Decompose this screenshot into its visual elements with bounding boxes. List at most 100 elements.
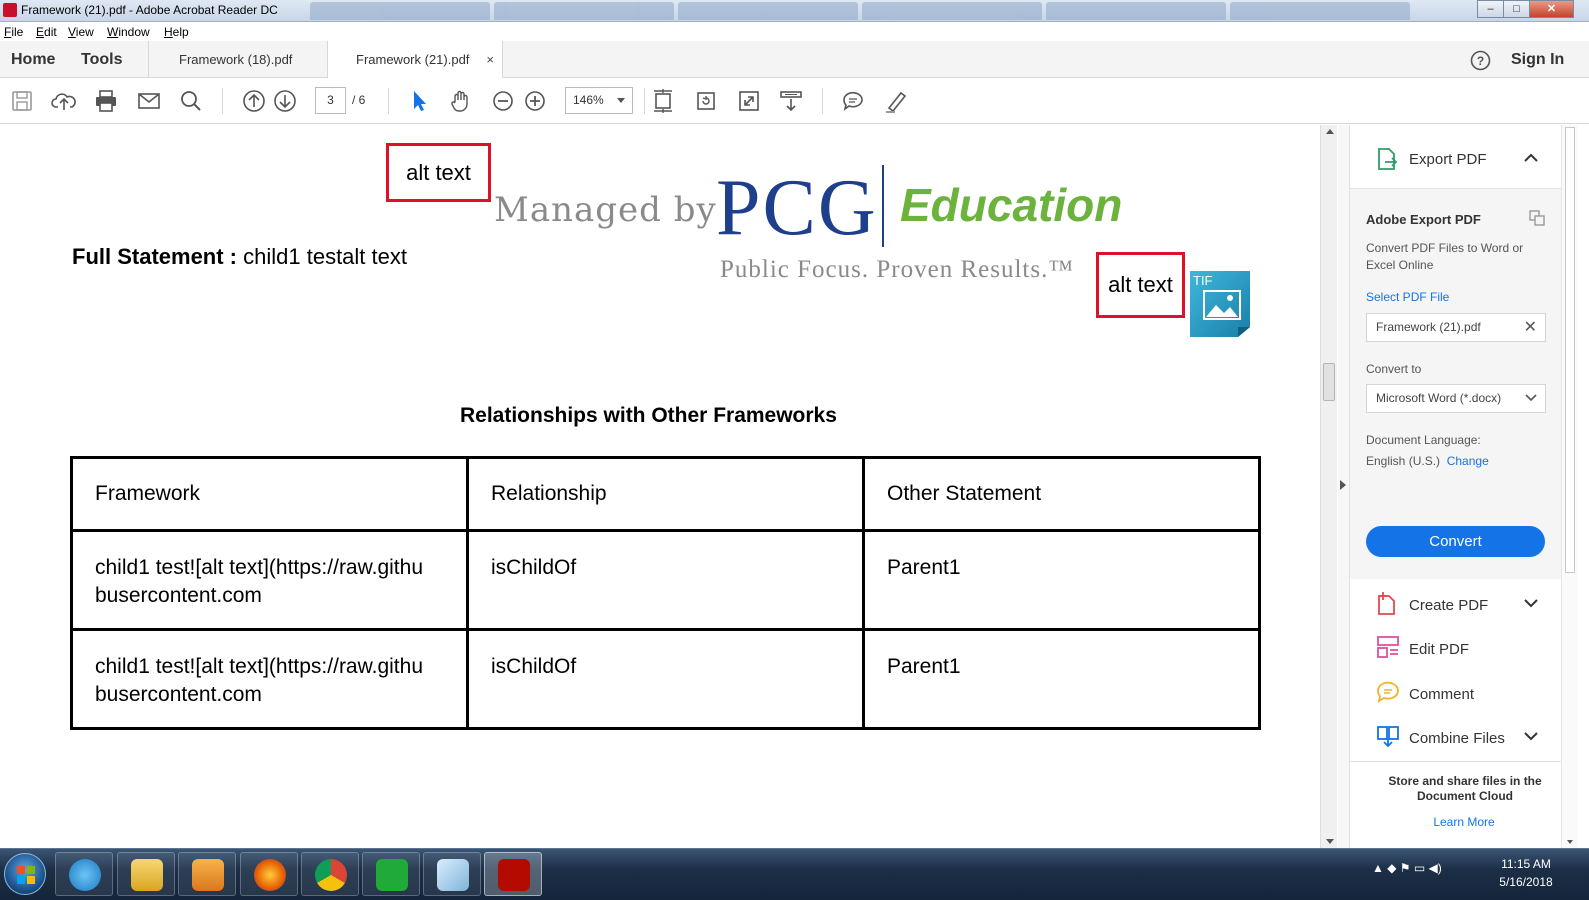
fit-page-icon[interactable] [650,88,676,114]
taskbar-firefox[interactable] [240,852,298,896]
menu-edit[interactable]: Edit [36,25,57,39]
zoom-out-icon[interactable] [490,88,516,114]
tab-framework-18[interactable]: Framework (18).pdf [148,41,327,78]
comment-icon[interactable] [840,88,866,114]
scroll-down-icon[interactable] [1567,840,1573,844]
tool-combine-files[interactable]: Combine Files [1350,716,1561,760]
taskbar-acrobat-reader[interactable] [484,852,542,896]
taskbar-notes-app[interactable] [423,852,481,896]
document-language-value: English (U.S.) [1366,454,1441,468]
tab-framework-21[interactable]: Framework (21).pdf × [327,41,503,79]
table-header-cell: Framework [70,456,469,532]
chevron-up-icon[interactable] [1524,153,1538,162]
scroll-down-icon[interactable] [1326,839,1334,844]
tif-label: TIF [1193,273,1213,288]
tool-edit-pdf[interactable]: Edit PDF [1350,627,1561,671]
scroll-mode-icon[interactable] [778,88,804,114]
selected-file-name: Framework (21).pdf [1376,320,1481,334]
zoom-in-icon[interactable] [522,88,548,114]
tab-bar: Home Tools Framework (18).pdf Framework … [0,41,1589,79]
taskbar-file-explorer[interactable] [117,852,175,896]
tab-label: Framework (18).pdf [179,52,293,67]
internet-explorer-icon [69,859,101,891]
start-button[interactable] [4,853,46,895]
convert-to-select[interactable]: Microsoft Word (*.docx) [1366,384,1546,413]
system-tray[interactable]: ▲ ◆ ⚑ ▭ ◀) [1372,861,1442,875]
zoom-select[interactable]: 146% [565,87,633,114]
chevron-down-icon [1525,394,1537,402]
chevron-down-icon[interactable] [1524,599,1538,608]
tab-home[interactable]: Home [11,41,55,78]
next-page-icon[interactable] [272,88,298,114]
email-icon[interactable] [136,88,162,114]
copy-icon[interactable] [1528,209,1546,227]
background-windows [310,2,1410,20]
logo-education: Education [900,179,1123,231]
save-icon[interactable] [9,88,35,114]
upload-icon[interactable] [51,88,77,114]
table-header-cell: Relationship [466,456,865,532]
select-pdf-file-link[interactable]: Select PDF File [1366,290,1449,304]
chevron-down-icon[interactable] [1524,732,1538,741]
page-number-input[interactable]: 3 [315,87,346,114]
scroll-thumb[interactable] [1323,363,1335,401]
sign-in-button[interactable]: Sign In [1511,41,1564,78]
tab-close-icon[interactable]: × [486,41,494,78]
clock-date: 5/16/2018 [1499,875,1553,889]
firefox-icon [254,859,286,891]
taskbar-green-app[interactable] [362,852,420,896]
tab-tools[interactable]: Tools [81,41,122,78]
alt-text-placeholder-top: alt text [386,143,491,202]
full-screen-icon[interactable] [736,88,762,114]
taskbar-chrome[interactable] [301,852,359,896]
learn-more-link[interactable]: Learn More [1350,815,1578,829]
logo-divider [882,165,884,247]
convert-button[interactable]: Convert [1366,526,1545,557]
document-scrollbar[interactable] [1320,125,1337,848]
table-row: child1 test![alt text](https://raw.githu… [70,529,1261,631]
select-cursor-icon[interactable] [406,88,432,114]
cloud-promo-text: Store and share files in the Document Cl… [1388,774,1542,803]
chevron-down-icon [617,98,625,103]
help-icon[interactable]: ? [1470,50,1491,71]
right-panel-toggle[interactable] [1338,125,1349,848]
export-description: Convert PDF Files to Word or Excel Onlin… [1366,241,1524,272]
document-page: alt text Managed by PCG Education Public… [0,125,1320,848]
rotate-icon[interactable] [693,88,719,114]
change-language-link[interactable]: Change [1447,454,1489,468]
panel-scroll-thumb[interactable] [1565,127,1575,573]
menu-window[interactable]: Window [107,25,150,39]
tool-comment[interactable]: Comment [1350,672,1561,716]
tool-create-pdf[interactable]: Create PDF [1350,583,1561,627]
scroll-up-icon[interactable] [1326,129,1334,134]
selected-file-field[interactable]: Framework (21).pdf ✕ [1366,313,1546,342]
export-pdf-header[interactable]: Export PDF [1350,125,1561,189]
tab-label: Framework (21).pdf [356,52,470,67]
toolbar-separator [222,88,223,114]
clock[interactable]: 11:15 AM 5/16/2018 [1490,855,1562,891]
print-icon[interactable] [93,88,119,114]
table-cell: child1 test![alt text](https://raw.githu… [70,628,469,730]
clear-file-icon[interactable]: ✕ [1524,314,1537,341]
folder-icon [131,859,163,891]
menu-file[interactable]: File [4,25,23,39]
menu-view[interactable]: View [68,25,94,39]
tool-label: Combine Files [1409,730,1505,747]
comment-tool-icon [1376,680,1400,704]
convert-to-value: Microsoft Word (*.docx) [1376,391,1502,405]
maximize-button[interactable]: □ [1503,0,1530,18]
tools-pane: Export PDF Adobe Export PDF Convert PDF … [1349,125,1589,848]
table-header-row: Framework Relationship Other Statement [70,456,1261,532]
prev-page-icon[interactable] [241,88,267,114]
panel-scrollbar[interactable] [1561,125,1578,848]
notes-app-icon [437,859,469,891]
search-icon[interactable] [178,88,204,114]
minimize-button[interactable]: – [1477,0,1504,18]
hand-icon[interactable] [448,88,474,114]
taskbar-media-player[interactable] [178,852,236,896]
menu-help[interactable]: Help [164,25,189,39]
close-button[interactable]: ✕ [1529,0,1574,18]
taskbar-internet-explorer[interactable] [55,852,113,896]
toolbar-separator [822,88,823,114]
highlight-icon[interactable] [883,88,909,114]
